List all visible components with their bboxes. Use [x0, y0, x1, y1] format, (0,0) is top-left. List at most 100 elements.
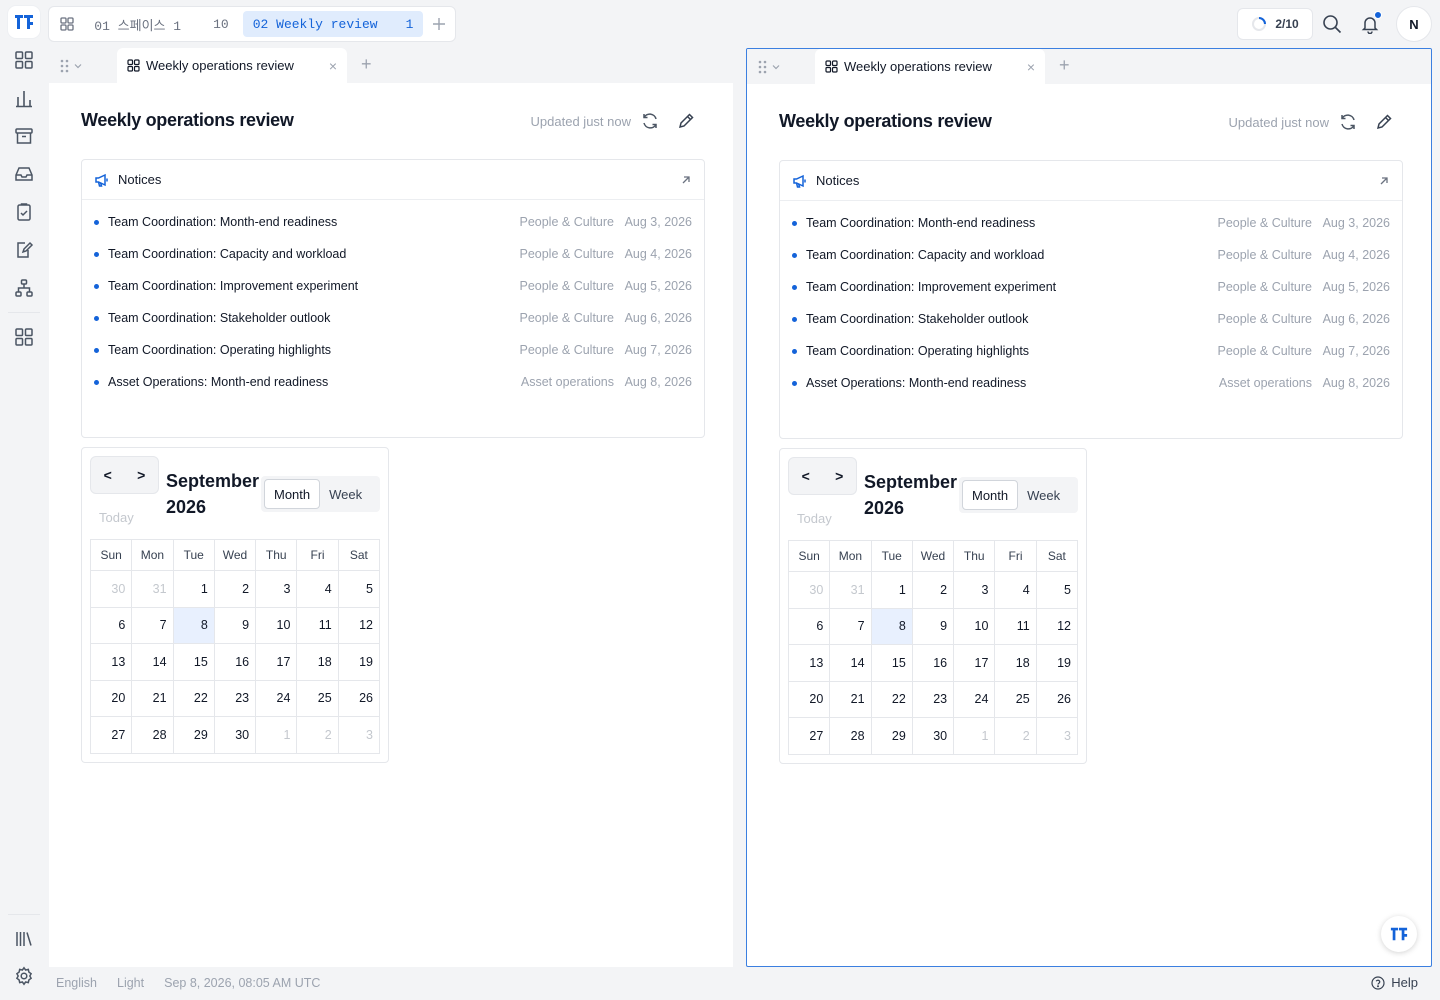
calendar-day[interactable]: 9 [911, 607, 955, 645]
next-month-button[interactable]: > [835, 468, 843, 484]
refresh-icon[interactable] [640, 111, 660, 131]
close-icon[interactable]: × [1027, 59, 1035, 75]
week-view-button[interactable]: Week [1018, 480, 1069, 510]
edit-document-icon[interactable] [12, 238, 36, 262]
calendar-day[interactable]: 25 [994, 680, 1037, 718]
library-icon[interactable] [12, 927, 36, 951]
inbox-icon[interactable] [12, 162, 36, 186]
calendar-day[interactable]: 28 [829, 717, 872, 755]
calendar-day[interactable]: 2 [994, 717, 1037, 755]
calendar-day[interactable]: 26 [1035, 680, 1079, 718]
calendar-day[interactable]: 20 [787, 680, 831, 718]
calendar-day[interactable]: 4 [994, 571, 1037, 609]
calendar-day[interactable]: 29 [172, 716, 215, 754]
list-item[interactable]: Team Coordination: Month-end readiness Pe… [82, 206, 704, 238]
org-chart-icon[interactable] [12, 276, 36, 300]
calendar-day[interactable]: 23 [213, 679, 257, 717]
calendar-day[interactable]: 15 [870, 644, 913, 682]
drag-handle-icon[interactable] [747, 49, 791, 84]
list-item[interactable]: Team Coordination: Improvement experimen… [780, 271, 1402, 303]
today-button[interactable]: Today [797, 511, 832, 526]
help-button[interactable]: Help [1371, 975, 1418, 990]
assistant-button[interactable] [1381, 916, 1417, 952]
calendar-day[interactable]: 1 [172, 570, 215, 608]
add-tab-button[interactable]: + [361, 54, 372, 75]
calendar-day[interactable]: 1 [255, 716, 298, 754]
list-item[interactable]: Team Coordination: Operating highlights P… [780, 335, 1402, 367]
calendar-day[interactable]: 28 [131, 716, 174, 754]
list-item[interactable]: Team Coordination: Stakeholder outlook Pe… [82, 302, 704, 334]
calendar-day[interactable]: 23 [911, 680, 955, 718]
calendar-day[interactable]: 22 [870, 680, 913, 718]
calendar-day[interactable]: 7 [829, 607, 872, 645]
calendar-day[interactable]: 12 [1035, 607, 1079, 645]
calendar-day[interactable]: 6 [787, 607, 831, 645]
list-item[interactable]: Team Coordination: Improvement experimen… [82, 270, 704, 302]
dashboard-icon[interactable] [12, 48, 36, 72]
calendar-day[interactable]: 27 [787, 717, 831, 755]
theme-selector[interactable]: Light [117, 976, 144, 990]
calendar-day[interactable]: 14 [131, 643, 174, 681]
calendar-day[interactable]: 5 [1035, 571, 1079, 609]
calendar-day[interactable]: 12 [337, 606, 381, 644]
apps-icon[interactable] [12, 325, 36, 349]
list-item[interactable]: Team Coordination: Operating highlights P… [82, 334, 704, 366]
calendar-day[interactable]: 20 [89, 679, 133, 717]
avatar[interactable]: N [1396, 6, 1432, 42]
calendar-day[interactable]: 16 [213, 643, 257, 681]
space-tab-2[interactable]: 02 Weekly review 1 [242, 11, 424, 37]
calendar-day[interactable]: 19 [337, 643, 381, 681]
calendar-day[interactable]: 30 [89, 570, 133, 608]
calendar-day[interactable]: 2 [296, 716, 339, 754]
calendar-day[interactable]: 10 [255, 606, 298, 644]
calendar-day[interactable]: 31 [829, 571, 872, 609]
calendar-day[interactable]: 25 [296, 679, 339, 717]
calendar-day[interactable]: 30 [213, 716, 257, 754]
calendar-day[interactable]: 22 [172, 679, 215, 717]
expand-arrow-icon[interactable] [680, 174, 692, 186]
chart-icon[interactable] [12, 86, 36, 110]
calendar-day[interactable]: 6 [89, 606, 133, 644]
expand-arrow-icon[interactable] [1378, 175, 1390, 187]
calendar-day[interactable]: 1 [953, 717, 996, 755]
calendar-day[interactable]: 1 [870, 571, 913, 609]
pencil-icon[interactable] [676, 111, 696, 131]
search-icon[interactable] [1320, 12, 1344, 36]
task-progress[interactable]: 2/10 [1237, 8, 1313, 40]
today-button[interactable]: Today [99, 510, 134, 525]
list-item[interactable]: Team Coordination: Month-end readiness Pe… [780, 207, 1402, 239]
task-check-icon[interactable] [12, 200, 36, 224]
refresh-icon[interactable] [1338, 112, 1358, 132]
calendar-day[interactable]: 4 [296, 570, 339, 608]
calendar-day[interactable]: 9 [213, 606, 257, 644]
settings-icon[interactable] [12, 964, 36, 988]
prev-month-button[interactable]: < [802, 468, 810, 484]
calendar-day[interactable]: 26 [337, 679, 381, 717]
calendar-day[interactable]: 13 [787, 644, 831, 682]
add-space-button[interactable] [427, 11, 451, 37]
calendar-day[interactable]: 11 [296, 606, 339, 644]
calendar-day[interactable]: 11 [994, 607, 1037, 645]
calendar-day[interactable]: 29 [870, 717, 913, 755]
add-tab-button[interactable]: + [1059, 55, 1070, 76]
app-logo[interactable] [8, 6, 40, 38]
calendar-day[interactable]: 21 [829, 680, 872, 718]
pane-tab[interactable]: Weekly operations review × [117, 48, 347, 83]
pencil-icon[interactable] [1374, 112, 1394, 132]
calendar-day-selected[interactable]: 8 [172, 606, 215, 644]
week-view-button[interactable]: Week [320, 479, 371, 509]
space-tab-1[interactable]: 01 스페이스 1 10 [84, 11, 238, 37]
prev-month-button[interactable]: < [104, 467, 112, 483]
calendar-day[interactable]: 19 [1035, 644, 1079, 682]
calendar-day[interactable]: 3 [255, 570, 298, 608]
calendar-day[interactable]: 17 [255, 643, 298, 681]
calendar-day[interactable]: 7 [131, 606, 174, 644]
calendar-day[interactable]: 16 [911, 644, 955, 682]
calendar-day[interactable]: 14 [829, 644, 872, 682]
calendar-day[interactable]: 17 [953, 644, 996, 682]
language-selector[interactable]: English [56, 976, 97, 990]
list-item[interactable]: Team Coordination: Capacity and workload… [780, 239, 1402, 271]
calendar-day[interactable]: 30 [787, 571, 831, 609]
calendar-day[interactable]: 13 [89, 643, 133, 681]
calendar-day[interactable]: 24 [255, 679, 298, 717]
